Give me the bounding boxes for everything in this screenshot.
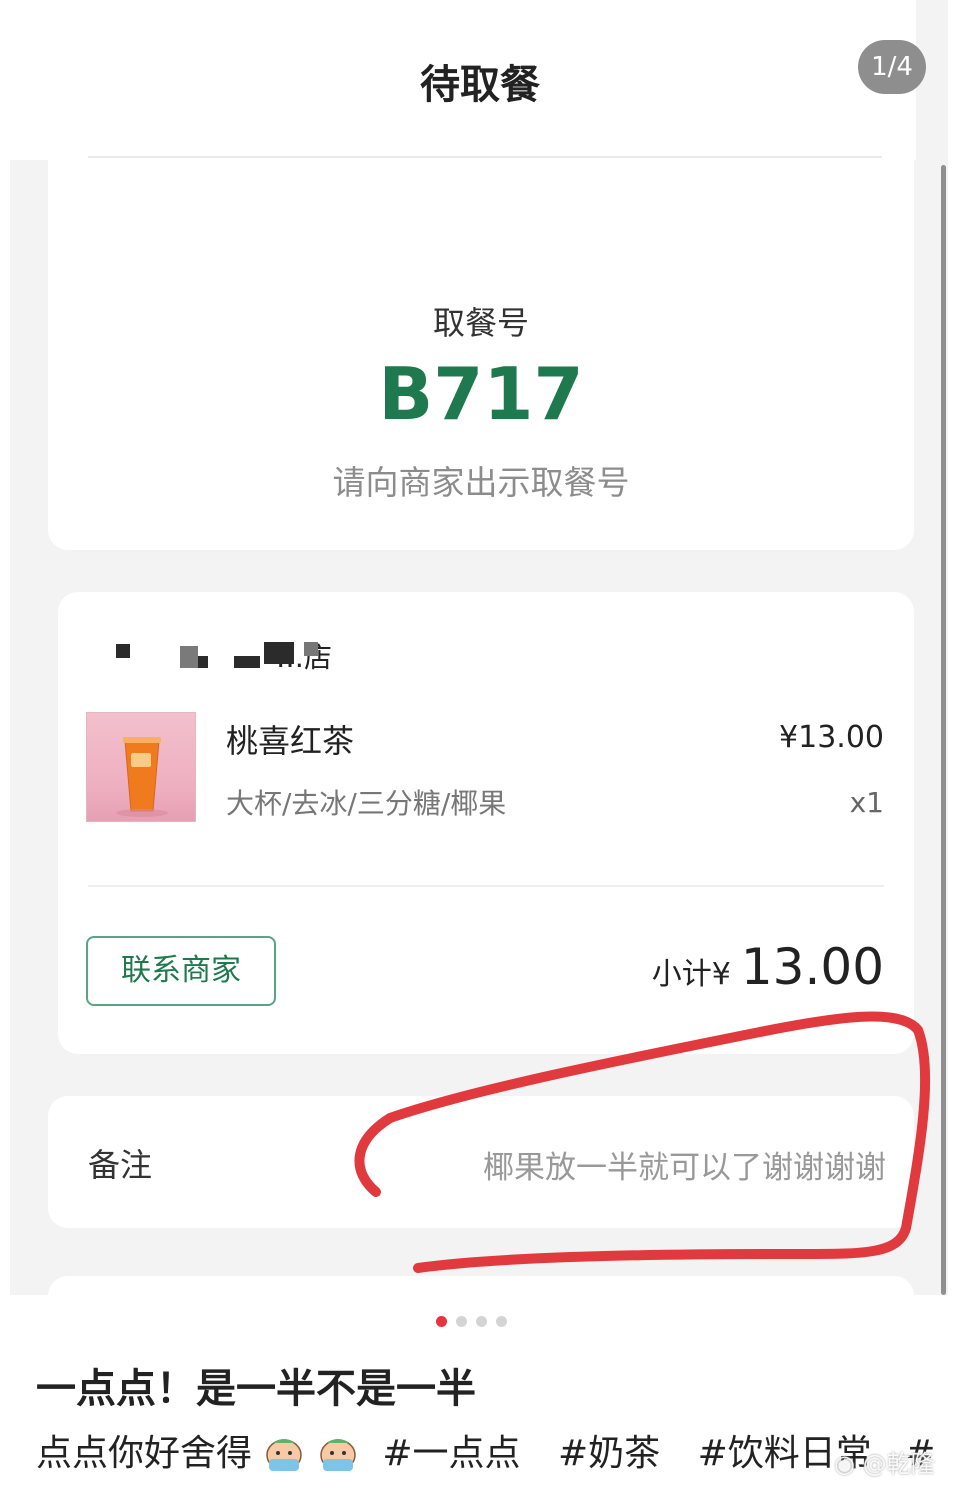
page-counter-badge: 1/4 xyxy=(858,40,926,94)
remark-card: 备注 椰果放一半就可以了谢谢谢谢 xyxy=(48,1096,914,1228)
watermark: ◉ @乾隆 xyxy=(834,1444,935,1479)
subtotal-label: 小计¥ xyxy=(651,957,731,992)
page-header: 待取餐 xyxy=(10,0,916,160)
remark-label: 备注 xyxy=(88,1146,153,1184)
item-quantity: x1 xyxy=(849,786,884,819)
redaction-block xyxy=(198,656,208,668)
header-divider xyxy=(88,156,882,158)
item-options: 大杯/去冰/三分糖/椰果 xyxy=(226,787,507,820)
crying-emoji-icon xyxy=(320,1439,356,1471)
order-divider xyxy=(88,885,884,887)
hashtag-link[interactable]: #一点点 xyxy=(382,1433,520,1474)
drink-thumbnail xyxy=(86,712,196,822)
item-price: ¥13.00 xyxy=(779,720,884,755)
hashtag-link[interactable]: #奶茶 xyxy=(558,1433,660,1474)
pickup-hint: 请向商家出示取餐号 xyxy=(332,463,630,502)
redaction-block xyxy=(180,646,198,668)
remark-text: 椰果放一半就可以了谢谢谢谢 xyxy=(483,1150,886,1186)
drink-cup-icon xyxy=(116,737,168,817)
contact-merchant-button[interactable]: 联系商家 xyxy=(86,936,276,1006)
subtotal: 小计¥ 13.00 xyxy=(652,938,884,996)
carousel-dot[interactable] xyxy=(476,1316,487,1327)
weibo-logo-icon: ◉ xyxy=(834,1450,855,1478)
pickup-number: B717 xyxy=(378,352,584,436)
order-screenshot: 待取餐 取餐号 B717 请向商家出示取餐号 …店 桃喜红茶 大杯/去冰/三分糖… xyxy=(10,0,948,1295)
pickup-number-label: 取餐号 xyxy=(432,304,529,342)
store-name[interactable]: …店 xyxy=(88,634,368,674)
post-caption-text: 点点你好舍得 xyxy=(36,1433,253,1474)
post-caption: 点点你好舍得 #一点点 #奶茶 #饮料日常 # xyxy=(36,1424,935,1476)
next-card xyxy=(48,1276,914,1295)
order-card: …店 桃喜红茶 大杯/去冰/三分糖/椰果 ¥13.00 x1 联系商家 小计¥ 1… xyxy=(58,592,914,1054)
watermark-text: @乾隆 xyxy=(862,1450,935,1478)
crying-emoji-icon xyxy=(266,1439,303,1471)
redaction-block xyxy=(304,642,318,656)
redaction-block xyxy=(234,656,260,668)
carousel-dot[interactable] xyxy=(436,1316,447,1327)
carousel-dot[interactable] xyxy=(456,1316,467,1327)
redaction-block xyxy=(116,644,130,658)
post-title: 一点点！是一半不是一半 xyxy=(36,1366,476,1412)
item-name: 桃喜红茶 xyxy=(226,722,355,760)
pickup-card: 取餐号 B717 请向商家出示取餐号 xyxy=(48,160,914,550)
subtotal-value: 13.00 xyxy=(740,938,884,996)
scrollbar[interactable] xyxy=(941,165,946,1295)
redaction-block xyxy=(264,642,294,664)
carousel-dot[interactable] xyxy=(496,1316,507,1327)
page-title: 待取餐 xyxy=(420,62,540,108)
